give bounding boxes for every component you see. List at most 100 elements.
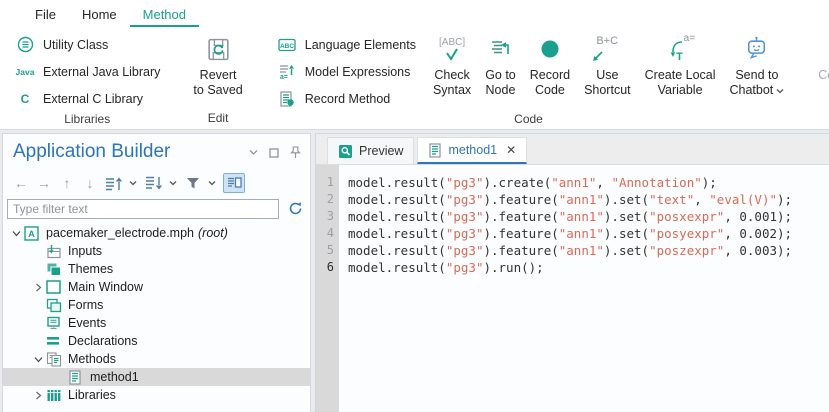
button-check-syntax[interactable]: [ABC]CheckSyntax: [426, 27, 478, 109]
ribbon-tab-file[interactable]: File: [22, 2, 69, 27]
revert-icon: [205, 33, 232, 65]
code-text-area[interactable]: model.result("pg3").create("ann1", "Anno…: [339, 165, 829, 412]
code-line: model.result("pg3").run();: [348, 259, 829, 276]
language-elements-icon: ABC: [276, 37, 298, 53]
inputs-icon: [46, 244, 65, 259]
events-icon: [46, 316, 65, 331]
line-number: 1: [316, 174, 334, 191]
tree-item-label: Declarations: [65, 334, 137, 348]
tree-item-inputs[interactable]: Inputs: [3, 242, 310, 260]
button-create-local-variable-label: Create LocalVariable: [645, 68, 716, 98]
tree-item-declarations[interactable]: Declarations: [3, 332, 310, 350]
dropdown-chevron-icon[interactable]: [169, 180, 177, 186]
line-number: 3: [316, 208, 334, 225]
button-record-code-label: RecordCode: [530, 68, 570, 98]
button-record-method[interactable]: Record Method: [270, 88, 422, 109]
tree-item-forms[interactable]: Forms: [3, 296, 310, 314]
button-create-local-variable[interactable]: a=TCreate LocalVariable: [638, 27, 723, 109]
ribbon-group-continue: Continue: [799, 27, 829, 129]
group-label-code: Code: [266, 109, 792, 129]
themes-icon: [46, 262, 65, 277]
button-model-expressions[interactable]: a= Model Expressions: [270, 61, 422, 82]
svg-text:a=: a=: [280, 74, 288, 80]
button-send-to-chatbot[interactable]: Send toChatbot: [723, 27, 792, 109]
move-down-list-icon[interactable]: [144, 173, 163, 193]
button-external-java-library[interactable]: JavaExternal Java Library: [8, 61, 166, 82]
code-editor-panel: Preview method1 ✕ 123456 model.result("pg3…: [315, 133, 829, 412]
editor-body: 123456 model.result("pg3").create("ann1"…: [316, 165, 829, 412]
float-panel-icon[interactable]: [269, 148, 279, 158]
tree-item-label: method1: [87, 370, 139, 384]
move-up-list-icon[interactable]: [104, 173, 123, 193]
ribbon-tab-method[interactable]: Method: [130, 2, 199, 27]
line-number: 6: [316, 259, 334, 276]
button-external-c-library[interactable]: CExternal C Library: [8, 88, 166, 109]
pin-icon[interactable]: [290, 146, 301, 159]
tree-item-main-window[interactable]: Main Window: [3, 278, 310, 296]
tree-item-label: Main Window: [65, 280, 143, 294]
editor-tab-bar: Preview method1 ✕: [316, 134, 829, 165]
methods-icon: [46, 352, 65, 367]
button-utility-class-label: Utility Class: [43, 38, 108, 52]
record-code-icon: [538, 33, 562, 65]
back-arrow-icon[interactable]: ←: [12, 173, 30, 193]
expander-expanded-icon[interactable]: [31, 355, 46, 364]
button-continue-label: Continue: [818, 68, 829, 83]
forward-arrow-icon[interactable]: →: [35, 173, 53, 193]
line-number: 2: [316, 191, 334, 208]
application-tree: Apacemaker_electrode.mph(root)InputsThem…: [3, 224, 310, 412]
expander-expanded-icon[interactable]: [9, 229, 24, 238]
button-use-shortcut-label: UseShortcut: [584, 68, 631, 98]
java-icon: Java: [14, 67, 36, 77]
down-arrow-icon[interactable]: ↓: [81, 173, 99, 193]
expander-collapsed-icon[interactable]: [31, 283, 46, 292]
button-go-to-node-label: Go toNode: [485, 68, 516, 98]
button-continue[interactable]: Continue: [811, 27, 829, 108]
editor-tab-preview[interactable]: Preview: [327, 137, 414, 164]
tree-item-pacemaker-electrode-mph[interactable]: Apacemaker_electrode.mph(root): [3, 224, 310, 242]
tree-item-libraries[interactable]: Libraries: [3, 386, 310, 404]
ribbon-tab-home[interactable]: Home: [69, 2, 130, 27]
code-line: model.result("pg3").feature("ann1").set(…: [348, 191, 829, 208]
dropdown-chevron-icon[interactable]: [129, 180, 137, 186]
code-line: model.result("pg3").feature("ann1").set(…: [348, 208, 829, 225]
main-window-icon: [46, 280, 65, 294]
filter-input[interactable]: [7, 199, 279, 219]
method-doc-icon: [428, 143, 442, 158]
tree-item-events[interactable]: Events: [3, 314, 310, 332]
button-go-to-node[interactable]: Go toNode: [478, 27, 523, 109]
tree-item-themes[interactable]: Themes: [3, 260, 310, 278]
panel-title: Application Builder: [13, 141, 170, 163]
editor-tab-method1[interactable]: method1 ✕: [417, 137, 527, 164]
button-language-elements[interactable]: ABCLanguage Elements: [270, 34, 422, 55]
goto-node-icon: [488, 33, 512, 65]
check-syntax-icon: [ABC]: [439, 33, 465, 65]
editor-tab-label: method1: [448, 143, 497, 157]
button-revert-to-saved-label: Revertto Saved: [193, 68, 242, 98]
up-arrow-icon[interactable]: ↑: [58, 173, 76, 193]
tree-item-label: Methods: [65, 352, 116, 366]
dropdown-chevron-icon[interactable]: [208, 180, 216, 186]
filter-icon[interactable]: [184, 173, 202, 193]
button-external-c-library-label: External C Library: [43, 92, 143, 106]
button-utility-class[interactable]: Utility Class: [8, 34, 166, 55]
button-record-code[interactable]: RecordCode: [523, 27, 577, 109]
code-line: model.result("pg3").feature("ann1").set(…: [348, 242, 829, 259]
group-label-libraries: Libraries: [4, 109, 170, 129]
panel-chevron-icon[interactable]: [249, 149, 258, 156]
expander-collapsed-icon[interactable]: [31, 391, 46, 400]
code-line: model.result("pg3").create("ann1", "Anno…: [348, 174, 829, 191]
button-use-shortcut[interactable]: B+CUseShortcut: [577, 27, 638, 109]
ribbon-group-code: ABCLanguage Elements a= Model Expressions R…: [266, 27, 792, 129]
tree-item-method1[interactable]: method1: [3, 368, 310, 386]
button-revert-to-saved[interactable]: Revertto Saved: [186, 27, 249, 108]
button-model-expressions-label: Model Expressions: [305, 65, 411, 79]
ribbon-content: Utility Class JavaExternal Java Library CE…: [0, 27, 829, 129]
tree-item-label: Forms: [65, 298, 103, 312]
close-tab-icon[interactable]: ✕: [503, 143, 516, 157]
editor-tools-icon[interactable]: [223, 173, 245, 193]
application-builder-panel: Application Builder ←→↑↓ Apacemaker_elec…: [2, 133, 311, 412]
refresh-icon[interactable]: [288, 201, 303, 216]
button-send-to-chatbot-label: Send toChatbot: [730, 68, 785, 98]
tree-item-methods[interactable]: Methods: [3, 350, 310, 368]
